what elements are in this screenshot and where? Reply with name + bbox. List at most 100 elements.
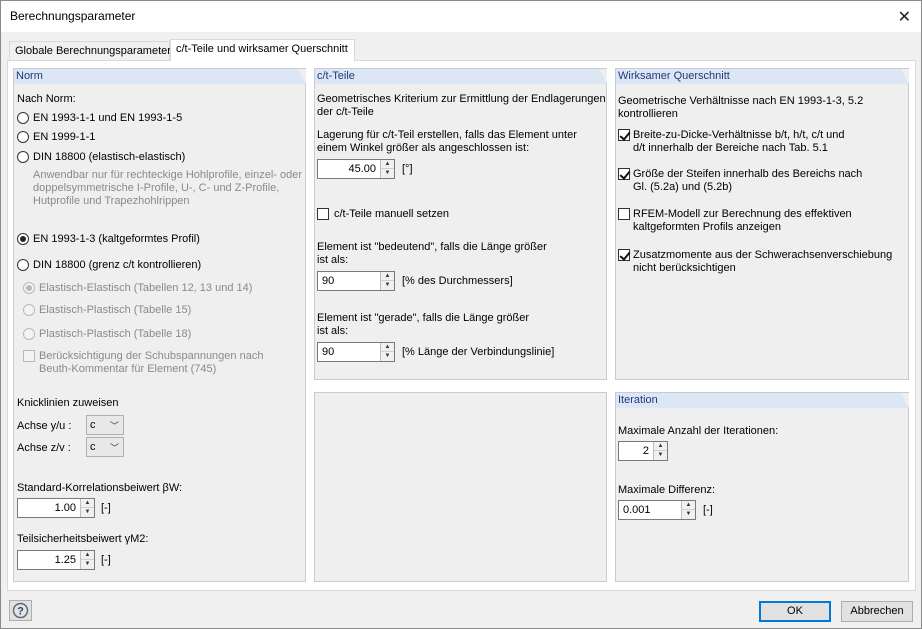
window-title: Berechnungsparameter <box>10 9 136 23</box>
ok-button[interactable]: OK <box>759 601 831 622</box>
max-diff-label: Maximale Differenz: <box>618 484 715 496</box>
radio-en1999[interactable] <box>17 131 29 143</box>
gamma-label: Teilsicherheitsbeiwert γM2: <box>17 533 149 545</box>
din-note-line1: Anwendbar nur für rechteckige Hohlprofil… <box>33 169 303 181</box>
chevron-down-icon: ﹀ <box>109 443 119 453</box>
achse-zv-select[interactable]: c ﹀ <box>86 437 124 457</box>
gerade-unit: [% Länge der Verbindungslinie] <box>402 346 555 358</box>
radio-en1999-label: EN 1999-1-1 <box>33 131 96 143</box>
radio-elastisch-plastisch-label: Elastisch-Plastisch (Tabelle 15) <box>39 304 192 316</box>
spin-up-icon[interactable]: ▲ <box>81 551 94 560</box>
beta-unit: [-] <box>101 502 111 514</box>
gamma-value: 1.25 <box>54 554 76 566</box>
breite-dicke-label-line1: Breite-zu-Dicke-Verhältnisse b/t, h/t, c… <box>633 129 845 141</box>
checkbox-zusatzmomente[interactable] <box>618 249 630 261</box>
wq-geo-line2: kontrollieren <box>618 108 678 120</box>
radio-en1993-1-3-label: EN 1993-1-3 (kaltgeformtes Profil) <box>33 233 200 245</box>
beta-value: 1.00 <box>54 502 76 514</box>
radio-en1993-1-1-label: EN 1993-1-1 und EN 1993-1-5 <box>33 112 183 124</box>
spin-up-icon[interactable]: ▲ <box>654 442 667 451</box>
checkbox-schubspannungen[interactable] <box>23 350 35 362</box>
radio-elastisch-plastisch[interactable] <box>23 304 35 316</box>
bedeutend-unit: [% des Durchmessers] <box>402 275 513 287</box>
spin-down-icon[interactable]: ▼ <box>654 451 667 460</box>
angle-spinner[interactable]: 45.00 ▲ ▼ <box>317 159 395 179</box>
spinner-buttons: ▲ ▼ <box>653 442 667 460</box>
radio-en1993-1-3[interactable] <box>17 233 29 245</box>
bedeutend-spinner[interactable]: 90 ▲ ▼ <box>317 271 395 291</box>
radio-din18800-el[interactable] <box>17 151 29 163</box>
gamma-spinner[interactable]: 1.25 ▲ ▼ <box>17 550 95 570</box>
spin-down-icon[interactable]: ▼ <box>81 560 94 569</box>
gerade-label-line2: ist als: <box>317 325 349 337</box>
lagerung-label-line2: einem Winkel größer als angeschlossen is… <box>317 142 530 154</box>
radio-din18800-grenz[interactable] <box>17 259 29 271</box>
spinner-buttons: ▲ ▼ <box>80 499 94 517</box>
radio-din18800-el-label: DIN 18800 (elastisch-elastisch) <box>33 151 186 163</box>
spin-up-icon[interactable]: ▲ <box>381 272 394 281</box>
chevron-down-icon: ﹀ <box>109 421 119 431</box>
radio-plastisch-plastisch[interactable] <box>23 328 35 340</box>
max-diff-spinner[interactable]: 0.001 ▲ ▼ <box>618 500 696 520</box>
spin-down-icon[interactable]: ▼ <box>682 510 695 519</box>
spinner-buttons: ▲ ▼ <box>380 160 394 178</box>
spin-up-icon[interactable]: ▲ <box>381 160 394 169</box>
radio-plastisch-plastisch-label: Plastisch-Plastisch (Tabelle 18) <box>39 328 192 340</box>
tab-globale[interactable]: Globale Berechnungsparameter <box>9 41 171 61</box>
beta-spinner[interactable]: 1.00 ▲ ▼ <box>17 498 95 518</box>
checkbox-steifen[interactable] <box>618 168 630 180</box>
ct-criterion-line2: der c/t-Teile <box>317 106 374 118</box>
max-iter-spinner[interactable]: 2 ▲ ▼ <box>618 441 668 461</box>
zusatzmomente-label-line1: Zusatzmomente aus der Schwerachsenversch… <box>633 249 893 261</box>
schubspannungen-label-line2: Beuth-Kommentar für Element (745) <box>39 363 217 375</box>
achse-yu-select[interactable]: c ﹀ <box>86 415 124 435</box>
spin-down-icon[interactable]: ▼ <box>381 281 394 290</box>
breite-dicke-label-line2: d/t innerhalb der Bereiche nach Tab. 5.1 <box>633 142 828 154</box>
cancel-button[interactable]: Abbrechen <box>841 601 913 622</box>
spin-down-icon[interactable]: ▼ <box>381 169 394 178</box>
dialog-window: Berechnungsparameter ✕ Globale Berechnun… <box>0 0 922 629</box>
max-iter-label: Maximale Anzahl der Iterationen: <box>618 425 779 437</box>
radio-elastisch-elastisch-label: Elastisch-Elastisch (Tabellen 12, 13 und… <box>39 282 253 294</box>
steifen-label-line2: Gl. (5.2a) und (5.2b) <box>633 181 733 193</box>
wq-geo-line1: Geometrische Verhältnisse nach EN 1993-1… <box>618 95 864 107</box>
max-diff-unit: [-] <box>703 504 713 516</box>
radio-en1993-1-1[interactable] <box>17 112 29 124</box>
spin-up-icon[interactable]: ▲ <box>381 343 394 352</box>
spinner-buttons: ▲ ▼ <box>80 551 94 569</box>
bedeutend-label-line2: ist als: <box>317 254 349 266</box>
spinner-buttons: ▲ ▼ <box>681 501 695 519</box>
spin-up-icon[interactable]: ▲ <box>81 499 94 508</box>
beta-label: Standard-Korrelationsbeiwert βW: <box>17 482 183 494</box>
spin-down-icon[interactable]: ▼ <box>81 508 94 517</box>
checkbox-breite-dicke[interactable] <box>618 129 630 141</box>
tab-ct-teile[interactable]: c/t-Teile und wirksamer Querschnitt <box>170 39 355 61</box>
spin-down-icon[interactable]: ▼ <box>381 352 394 361</box>
ct-manual-label: c/t-Teile manuell setzen <box>334 208 449 220</box>
nach-norm-label: Nach Norm: <box>17 93 76 105</box>
achse-zv-value: c <box>90 441 96 453</box>
zusatzmomente-label-line2: nicht berücksichtigen <box>633 262 736 274</box>
gerade-spinner[interactable]: 90 ▲ ▼ <box>317 342 395 362</box>
rfem-modell-label-line1: RFEM-Modell zur Berechnung des effektive… <box>633 208 852 220</box>
checkbox-rfem-modell[interactable] <box>618 208 630 220</box>
spinner-buttons: ▲ ▼ <box>380 272 394 290</box>
wq-header: Wirksamer Querschnitt <box>616 69 909 84</box>
rfem-modell-label-line2: kaltgeformten Profils anzeigen <box>633 221 781 233</box>
close-icon[interactable]: ✕ <box>898 7 911 27</box>
spin-up-icon[interactable]: ▲ <box>682 501 695 510</box>
title-bar: Berechnungsparameter ✕ <box>1 1 921 32</box>
achse-yu-label: Achse y/u : <box>17 420 72 432</box>
gamma-unit: [-] <box>101 554 111 566</box>
help-icon: ? <box>12 602 29 619</box>
radio-elastisch-elastisch[interactable] <box>23 282 35 294</box>
checkbox-ct-manual[interactable] <box>317 208 329 220</box>
din-note-line3: Hutprofile und Trapezhohlrippen <box>33 195 190 207</box>
achse-yu-value: c <box>90 419 96 431</box>
spinner-buttons: ▲ ▼ <box>380 343 394 361</box>
radio-din18800-grenz-label: DIN 18800 (grenz c/t kontrollieren) <box>33 259 202 271</box>
ct-header: c/t-Teile <box>315 69 607 84</box>
bedeutend-label-line1: Element ist "bedeutend", falls die Länge… <box>317 241 547 253</box>
gerade-value: 90 <box>322 346 335 358</box>
help-button[interactable]: ? <box>9 600 32 621</box>
